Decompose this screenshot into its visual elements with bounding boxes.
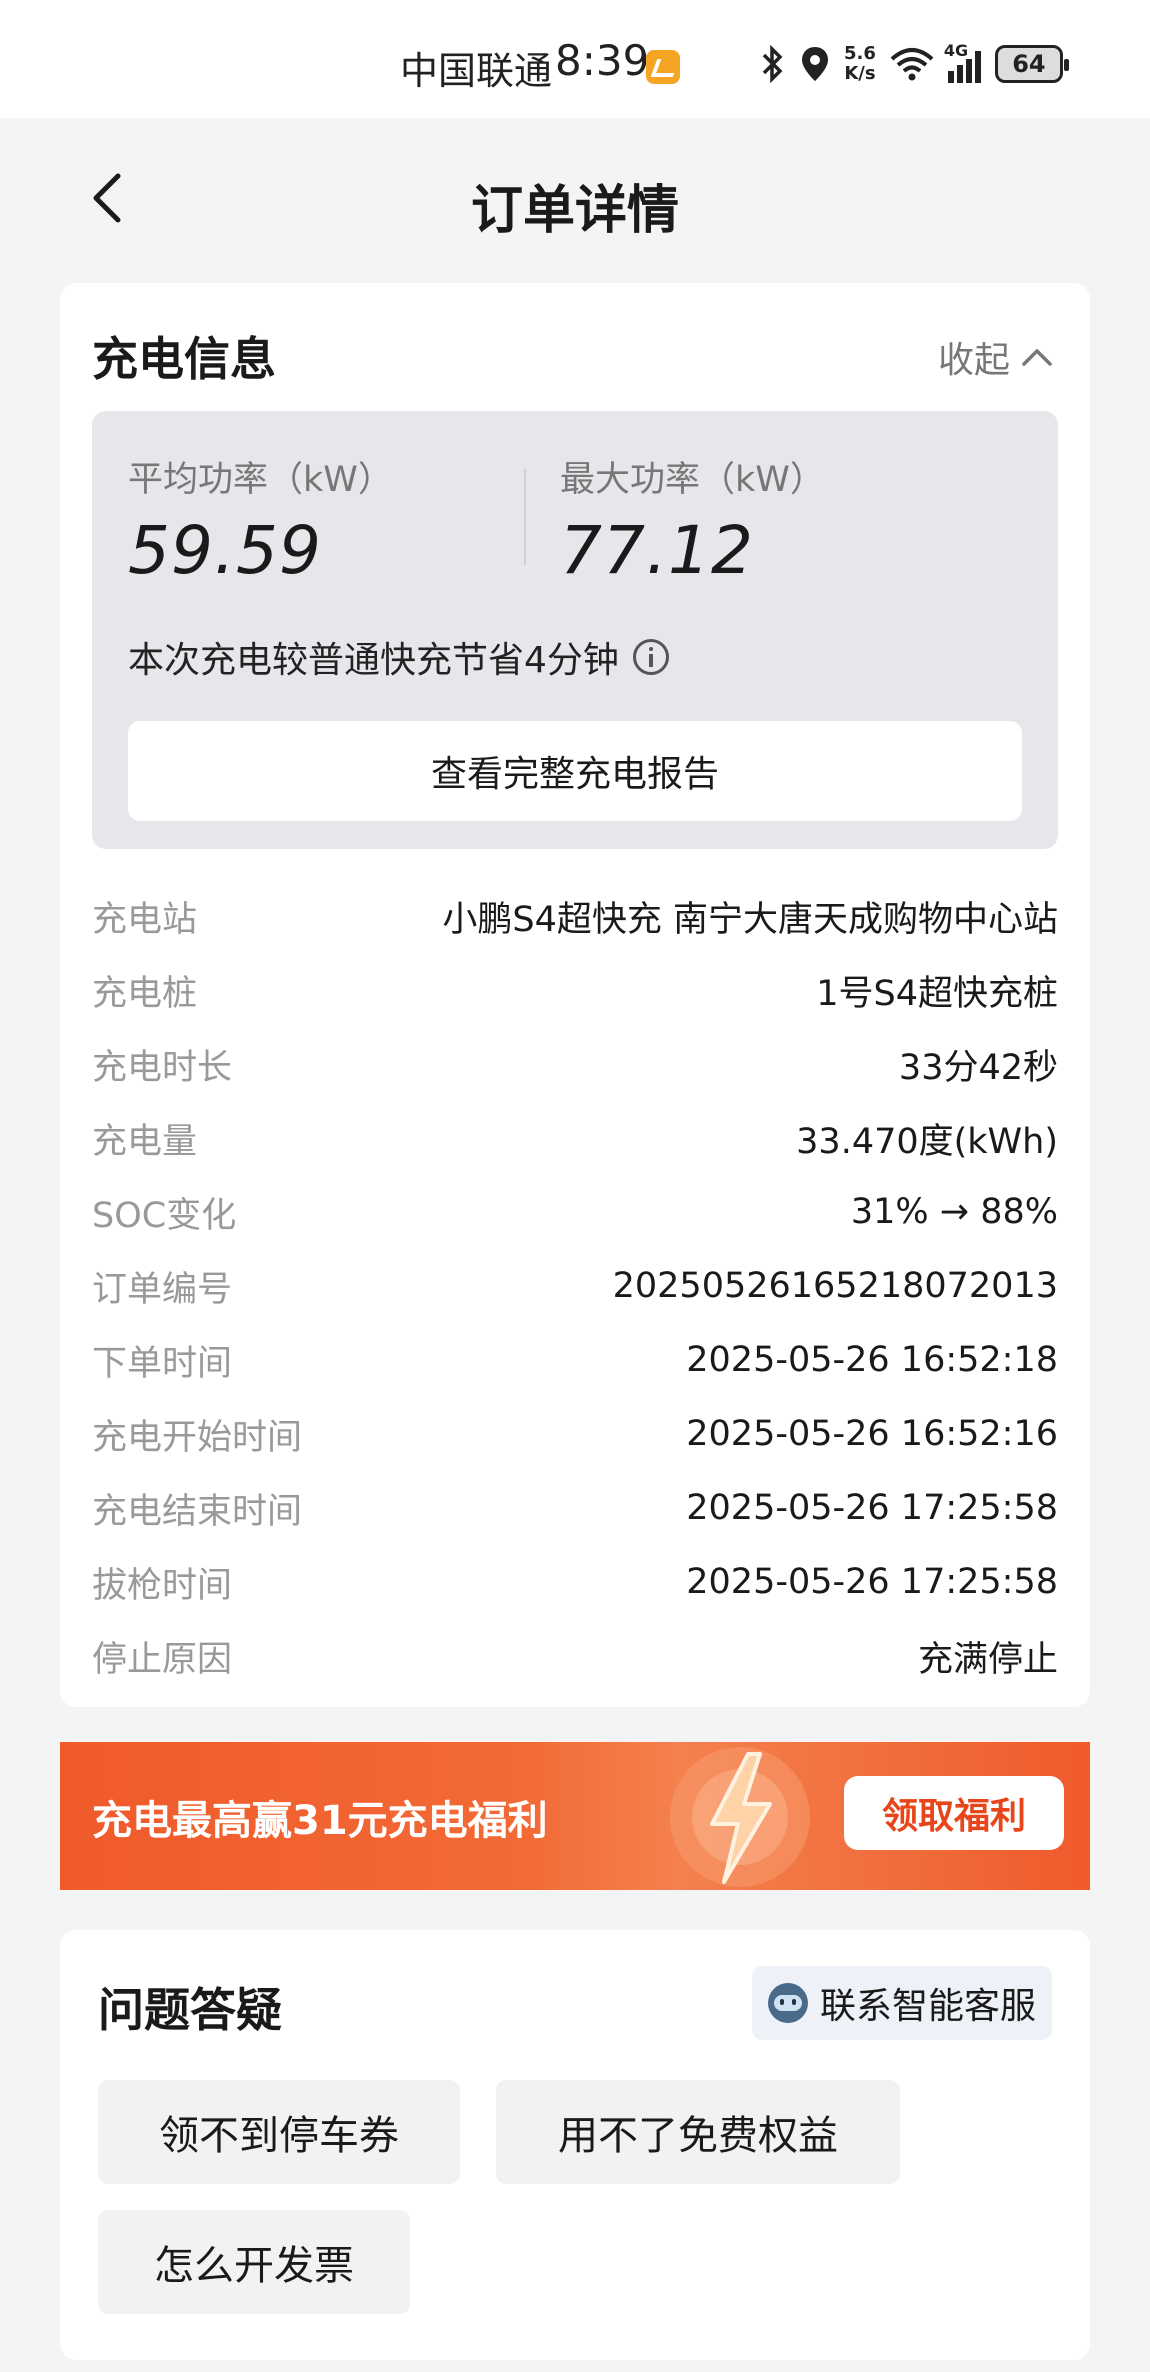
avg-power-value: 59.59 (128, 512, 322, 589)
qa-chip-parking[interactable]: 领不到停车券 (98, 2080, 460, 2184)
row-pile: 充电桩 1号S4超快充桩 (92, 973, 1058, 1014)
row-duration: 充电时长 33分42秒 (92, 1047, 1058, 1088)
info-icon[interactable] (632, 639, 669, 675)
row-start-time: 充电开始时间 2025-05-26 16:52:16 (92, 1414, 1058, 1458)
page-title: 订单详情 (470, 181, 679, 241)
carrier-name: 中国联通 (400, 49, 553, 93)
qa-chip-benefits[interactable]: 用不了免费权益 (496, 2080, 900, 2184)
status-icons: 5.6 K/s 4G 64 (758, 41, 1069, 84)
row-soc: SOC变化 31% → 88% (92, 1192, 1058, 1236)
qa-card: 问题答疑 联系智能客服 领不到停车券 用不了免费权益 怎么开发票 (60, 1930, 1090, 2360)
robot-icon (767, 1983, 808, 2023)
row-energy: 充电量 33.470度(kWh) (92, 1121, 1058, 1162)
power-summary: 平均功率（kW） 59.59 最大功率（kW） 77.12 本次充电较普通快充节… (92, 411, 1058, 849)
avg-power: 平均功率（kW） 59.59 (128, 451, 393, 589)
app-notification-icon (646, 50, 680, 84)
avg-power-label: 平均功率（kW） (128, 460, 393, 500)
battery-icon: 64 (994, 45, 1069, 83)
qa-chip-invoice[interactable]: 怎么开发票 (98, 2210, 410, 2314)
claim-benefit-button[interactable]: 领取福利 (844, 1776, 1064, 1850)
customer-service-button[interactable]: 联系智能客服 (751, 1966, 1052, 2040)
nav-bar: 订单详情 (0, 118, 1150, 278)
promo-banner[interactable]: 充电最高赢31元充电福利 领取福利 (60, 1742, 1090, 1890)
max-power: 最大功率（kW） 77.12 (560, 451, 825, 589)
row-end-time: 充电结束时间 2025-05-26 17:25:58 (92, 1488, 1058, 1532)
row-stop-reason: 停止原因 充满停止 (92, 1639, 1058, 1680)
detail-rows: 充电站 小鹏S4超快充 南宁大唐天成购物中心站 充电桩 1号S4超快充桩 充电时长 3… (92, 879, 1058, 1693)
lightning-icon (670, 1747, 810, 1887)
charging-info-title: 充电信息 (92, 332, 276, 386)
max-power-label: 最大功率（kW） (560, 460, 825, 500)
row-station: 充电站 小鹏S4超快充 南宁大唐天成购物中心站 (92, 899, 1058, 940)
saving-note: 本次充电较普通快充节省4分钟 (128, 631, 669, 683)
network-speed: 5.6 K/s (844, 43, 876, 84)
bluetooth-icon (762, 45, 783, 83)
clock-time: 8:39 (555, 36, 650, 85)
power-divider (524, 469, 526, 565)
chevron-up-icon (1022, 349, 1052, 366)
collapse-button[interactable]: 收起 (938, 331, 1054, 383)
cellular-signal-icon: 4G (944, 41, 981, 83)
promo-text: 充电最高赢31元充电福利 (92, 1798, 548, 1844)
row-order-id: 订单编号 2025052616521807201​3 (92, 1266, 1058, 1310)
row-unplug-time: 拔枪时间 2025-05-26 17:25:58 (92, 1562, 1058, 1606)
location-icon (802, 47, 828, 81)
row-order-time: 下单时间 2025-05-26 16:52:18 (92, 1340, 1058, 1384)
charging-info-card: 充电信息 收起 平均功率（kW） 59.59 最大功率（kW） 77.12 本次… (60, 283, 1090, 1707)
qa-title: 问题答疑 (98, 1983, 282, 2037)
max-power-value: 77.12 (560, 512, 754, 589)
status-bar: 中国联通 8:39 5.6 K/s 4G 64 (0, 0, 1150, 118)
view-report-button[interactable]: 查看完整充电报告 (128, 721, 1022, 821)
wifi-icon (890, 48, 934, 81)
